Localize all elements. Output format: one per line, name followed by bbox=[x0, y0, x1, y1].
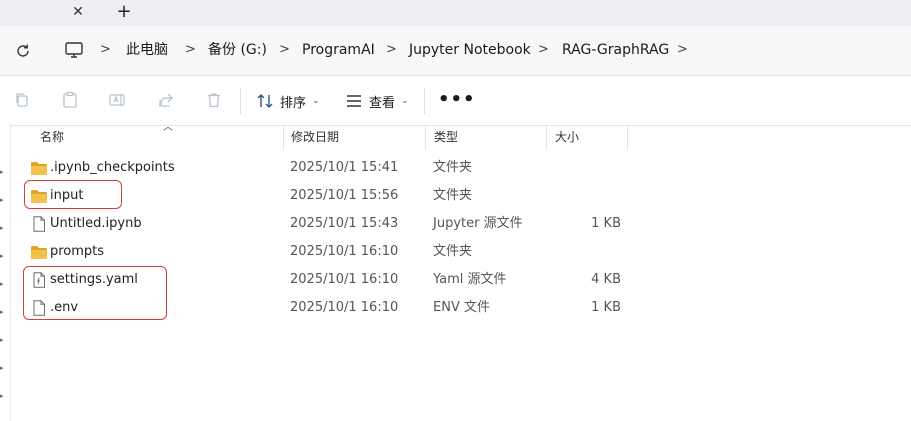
expand-chevron-icon[interactable]: ▸ bbox=[0, 224, 6, 232]
highlight-box bbox=[24, 180, 122, 209]
expand-chevron-icon[interactable]: ▸ bbox=[0, 392, 6, 400]
breadcrumb-rag-graphrag[interactable]: RAG-GraphRAG bbox=[562, 40, 669, 60]
file-row[interactable]: .ipynb_checkpoints 2025/10/1 15:41 文件夹 bbox=[11, 154, 911, 182]
file-modified: 2025/10/1 15:41 bbox=[290, 160, 399, 175]
copy-icon[interactable] bbox=[13, 91, 31, 109]
sort-button[interactable]: 排序 ⌄ bbox=[256, 88, 320, 114]
chevron-right-icon[interactable]: > bbox=[386, 40, 397, 60]
chevron-right-icon[interactable]: > bbox=[185, 40, 196, 60]
expand-chevron-icon[interactable]: ▸ bbox=[0, 364, 6, 372]
expand-chevron-icon[interactable]: ▸ bbox=[0, 336, 6, 344]
file-type: 文件夹 bbox=[433, 160, 473, 175]
expand-chevron-icon[interactable]: ▸ bbox=[0, 196, 6, 204]
pc-icon[interactable] bbox=[64, 40, 84, 60]
breadcrumb-drive[interactable]: 备份 (G:) bbox=[208, 40, 267, 60]
divider bbox=[424, 88, 425, 114]
chevron-right-icon[interactable]: > bbox=[677, 40, 688, 60]
file-modified: 2025/10/1 16:10 bbox=[290, 300, 399, 315]
navigation-pane: ▸ ▸ ▸ ▸ ▸ ▸ ▸ ▸ ▸ bbox=[0, 124, 11, 421]
chevron-right-icon[interactable]: > bbox=[100, 40, 111, 60]
column-header: ︿ 名称 修改日期 类型 大小 bbox=[11, 122, 911, 150]
column-name[interactable]: 名称 bbox=[32, 124, 284, 150]
file-size bbox=[551, 154, 621, 182]
expand-chevron-icon[interactable]: ▸ bbox=[0, 280, 6, 288]
view-button[interactable]: 查看 ⌄ bbox=[345, 88, 409, 114]
column-type[interactable]: 类型 bbox=[426, 124, 547, 150]
view-label: 查看 bbox=[369, 95, 396, 111]
file-size: 1 KB bbox=[591, 216, 621, 231]
expand-chevron-icon[interactable]: ▸ bbox=[0, 308, 6, 316]
file-type: ENV 文件 bbox=[433, 300, 490, 315]
file-row[interactable]: prompts 2025/10/1 16:10 文件夹 bbox=[11, 238, 911, 266]
breadcrumb-this-pc[interactable]: 此电脑 bbox=[126, 40, 168, 60]
new-tab-button[interactable]: + bbox=[115, 2, 133, 22]
file-modified: 2025/10/1 16:10 bbox=[290, 244, 399, 259]
view-icon bbox=[347, 95, 361, 107]
folder-icon bbox=[31, 246, 47, 259]
file-size bbox=[551, 182, 621, 210]
file-name: Untitled.ipynb bbox=[50, 216, 142, 231]
column-modified[interactable]: 修改日期 bbox=[283, 124, 426, 150]
file-modified: 2025/10/1 15:56 bbox=[290, 188, 399, 203]
close-icon[interactable]: ✕ bbox=[70, 4, 86, 20]
column-size[interactable]: 大小 bbox=[547, 124, 628, 150]
file-modified: 2025/10/1 15:43 bbox=[290, 216, 399, 231]
file-size: 1 KB bbox=[591, 300, 621, 315]
file-name: .ipynb_checkpoints bbox=[50, 160, 175, 175]
chevron-right-icon[interactable]: > bbox=[538, 40, 549, 60]
breadcrumb-programai[interactable]: ProgramAI bbox=[302, 40, 375, 60]
file-modified: 2025/10/1 16:10 bbox=[290, 272, 399, 287]
file-size bbox=[551, 238, 621, 266]
file-icon bbox=[33, 216, 45, 232]
file-row[interactable]: input 2025/10/1 15:56 文件夹 bbox=[11, 182, 911, 210]
divider bbox=[240, 88, 241, 114]
highlight-box bbox=[23, 266, 167, 320]
file-type: 文件夹 bbox=[433, 244, 473, 259]
expand-chevron-icon[interactable]: ▸ bbox=[0, 168, 6, 176]
breadcrumb-jupyter-notebook[interactable]: Jupyter Notebook bbox=[409, 40, 531, 60]
folder-icon bbox=[31, 162, 47, 175]
sort-icon bbox=[257, 94, 273, 108]
file-name: prompts bbox=[50, 244, 105, 259]
delete-icon[interactable] bbox=[205, 91, 223, 109]
sort-label: 排序 bbox=[280, 95, 307, 111]
file-type: Yaml 源文件 bbox=[433, 272, 507, 287]
tab-bar: ✕ + bbox=[0, 0, 911, 26]
chevron-down-icon: ⌄ bbox=[401, 96, 409, 106]
chevron-right-icon[interactable]: > bbox=[279, 40, 290, 60]
share-icon[interactable] bbox=[157, 91, 175, 109]
chevron-down-icon: ⌄ bbox=[312, 96, 320, 106]
file-row[interactable]: Untitled.ipynb 2025/10/1 15:43 Jupyter 源… bbox=[11, 210, 911, 238]
file-type: 文件夹 bbox=[433, 188, 473, 203]
file-size: 4 KB bbox=[591, 272, 621, 287]
refresh-icon[interactable] bbox=[14, 42, 32, 60]
command-bar: 排序 ⌄ 查看 ⌄ ••• bbox=[0, 75, 911, 126]
address-bar: > 此电脑 > 备份 (G:) > ProgramAI > Jupyter No… bbox=[0, 26, 911, 75]
expand-chevron-icon[interactable]: ▸ bbox=[0, 252, 6, 260]
rename-icon[interactable] bbox=[108, 91, 126, 109]
file-type: Jupyter 源文件 bbox=[433, 216, 523, 231]
more-options-button[interactable]: ••• bbox=[438, 90, 476, 110]
paste-icon[interactable] bbox=[61, 91, 79, 109]
